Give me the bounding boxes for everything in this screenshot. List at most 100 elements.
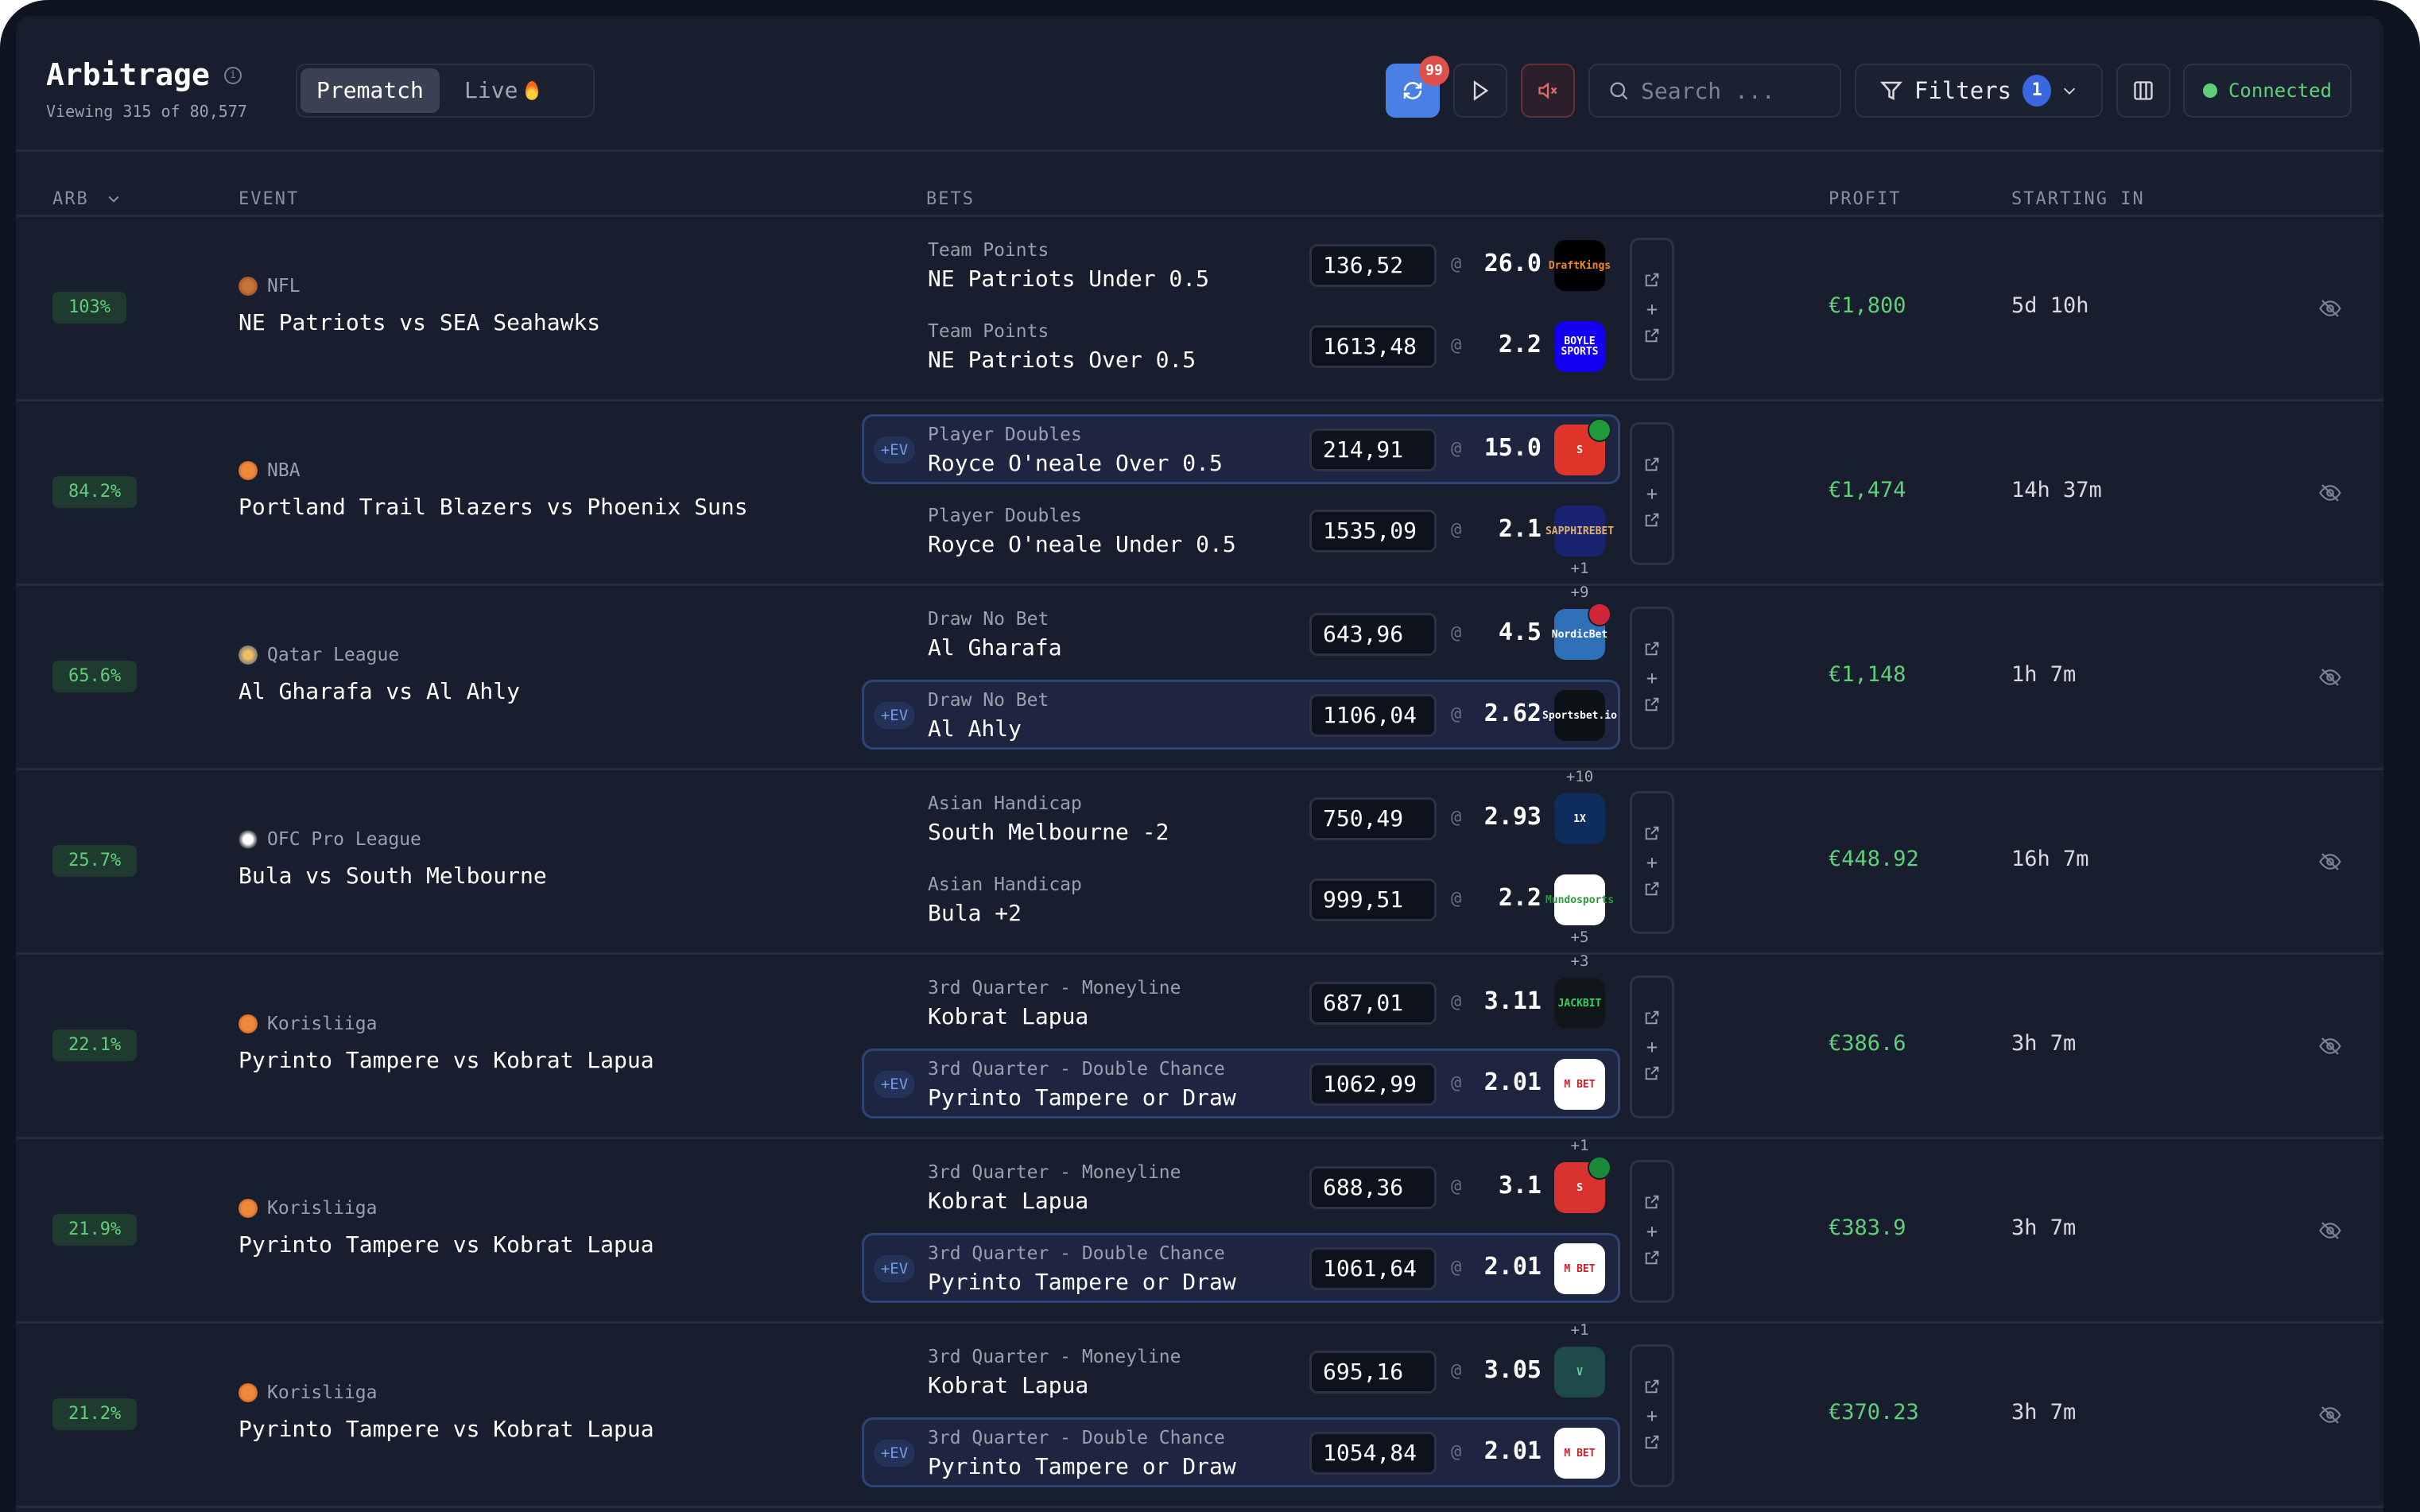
- stake-input[interactable]: 750,49: [1309, 797, 1437, 840]
- hide-eye-off-icon[interactable]: [2318, 481, 2342, 508]
- info-icon[interactable]: i: [224, 67, 242, 84]
- more-bookmakers-count[interactable]: +10: [1554, 768, 1605, 785]
- open-both-bets-button[interactable]: +: [1630, 975, 1674, 1118]
- bet-selection: Royce O'neale Over 0.5: [928, 450, 1223, 476]
- bet-market: 3rd Quarter - Double Chance: [928, 1243, 1225, 1264]
- stake-input[interactable]: 1613,48: [1309, 325, 1437, 368]
- ev-badge: +EV: [874, 1071, 915, 1098]
- soccer-icon: [239, 830, 258, 849]
- hide-eye-off-icon[interactable]: [2318, 665, 2342, 692]
- open-both-bets-button[interactable]: +: [1630, 1160, 1674, 1303]
- bookmaker-logo[interactable]: M BET: [1554, 1428, 1605, 1479]
- bet-odds: 2.01: [1468, 1437, 1542, 1465]
- stake-input[interactable]: 999,51: [1309, 878, 1437, 921]
- refresh-button[interactable]: 99: [1386, 64, 1440, 118]
- bookmaker-logo[interactable]: S: [1554, 1162, 1605, 1213]
- at-symbol: @: [1451, 992, 1461, 1012]
- stake-input[interactable]: 687,01: [1309, 982, 1437, 1025]
- bookmaker-logo[interactable]: Mundosports: [1554, 874, 1605, 925]
- filters-button[interactable]: Filters 1: [1855, 64, 2103, 118]
- arb-percentage-badge: 21.9%: [52, 1214, 137, 1246]
- stake-input[interactable]: 1062,99: [1309, 1063, 1437, 1106]
- column-header-profit: PROFIT: [1829, 189, 1901, 209]
- stake-input[interactable]: 695,16: [1309, 1351, 1437, 1394]
- column-label: ARB: [52, 189, 89, 209]
- stake-input[interactable]: 643,96: [1309, 613, 1437, 656]
- bet-selection: NE Patriots Over 0.5: [928, 347, 1196, 373]
- more-bookmakers-count[interactable]: +1: [1554, 1137, 1605, 1154]
- bet-leg-ev: +EV Player Doubles Royce O'neale Over 0.…: [862, 414, 1620, 484]
- league-name: NFL: [267, 276, 301, 297]
- league-label: NFL: [239, 276, 301, 297]
- bet-market: Team Points: [928, 240, 1049, 261]
- bookmaker-logo[interactable]: V: [1554, 1347, 1605, 1398]
- league-name: NBA: [267, 460, 301, 481]
- filters-count-badge: 1: [2022, 75, 2051, 107]
- event-name[interactable]: Al Gharafa vs Al Ahly: [239, 678, 520, 704]
- refresh-count-badge: 99: [1419, 56, 1449, 86]
- profit-value: €383.9: [1829, 1215, 1906, 1240]
- bookmaker-logo[interactable]: SAPPHIREBET: [1554, 506, 1605, 556]
- bet-odds: 3.05: [1468, 1356, 1542, 1384]
- tab-prematch[interactable]: Prematch: [301, 68, 440, 113]
- event-name[interactable]: Pyrinto Tampere vs Kobrat Lapua: [239, 1047, 654, 1073]
- columns-button[interactable]: [2116, 64, 2170, 118]
- bookmaker-logo[interactable]: DraftKings: [1554, 240, 1605, 291]
- more-bookmakers-count[interactable]: +1: [1554, 1321, 1605, 1339]
- column-header-arb[interactable]: ARB: [52, 189, 122, 209]
- open-both-bets-button[interactable]: +: [1630, 607, 1674, 750]
- stake-input[interactable]: 214,91: [1309, 428, 1437, 471]
- stake-input[interactable]: 688,36: [1309, 1166, 1437, 1209]
- hide-eye-off-icon[interactable]: [2318, 297, 2342, 324]
- bookmaker-name: M BET: [1564, 1264, 1595, 1274]
- bookmaker-name: V: [1576, 1367, 1583, 1378]
- mute-button[interactable]: [1521, 64, 1575, 118]
- bookmaker-logo[interactable]: M BET: [1554, 1059, 1605, 1110]
- handball-icon: [239, 646, 258, 665]
- more-bookmakers-count[interactable]: +1: [1554, 560, 1605, 577]
- event-name[interactable]: Pyrinto Tampere vs Kobrat Lapua: [239, 1231, 654, 1258]
- stake-input[interactable]: 1106,04: [1309, 694, 1437, 737]
- bookmaker-logo[interactable]: M BET: [1554, 1243, 1605, 1294]
- hide-eye-off-icon[interactable]: [2318, 1219, 2342, 1246]
- open-both-bets-button[interactable]: +: [1630, 1344, 1674, 1487]
- hide-eye-off-icon[interactable]: [2318, 1403, 2342, 1430]
- stake-input[interactable]: 136,52: [1309, 244, 1437, 287]
- stake-input[interactable]: 1061,64: [1309, 1247, 1437, 1290]
- more-bookmakers-count[interactable]: +5: [1554, 929, 1605, 946]
- bookmaker-logo[interactable]: BOYLE SPORTS: [1554, 321, 1605, 372]
- open-both-bets-button[interactable]: +: [1630, 791, 1674, 934]
- bet-selection: Al Ahly: [928, 715, 1022, 742]
- open-both-bets-button[interactable]: +: [1630, 422, 1674, 565]
- play-button[interactable]: [1453, 64, 1507, 118]
- more-bookmakers-count[interactable]: +3: [1554, 952, 1605, 970]
- hide-eye-off-icon[interactable]: [2318, 850, 2342, 877]
- hide-eye-off-icon[interactable]: [2318, 1034, 2342, 1061]
- table-row: 103% NFL NE Patriots vs SEA Seahawks Tea…: [16, 217, 2383, 401]
- more-bookmakers-count[interactable]: +9: [1554, 583, 1605, 601]
- stake-input[interactable]: 1535,09: [1309, 510, 1437, 552]
- mute-icon: [1537, 79, 1559, 102]
- event-name[interactable]: Portland Trail Blazers vs Phoenix Suns: [239, 494, 748, 520]
- bookmaker-name: M BET: [1564, 1448, 1595, 1459]
- bookmaker-logo[interactable]: NordicBet: [1554, 609, 1605, 660]
- plus-icon: +: [1646, 669, 1658, 688]
- event-name[interactable]: NE Patriots vs SEA Seahawks: [239, 309, 600, 335]
- open-both-bets-button[interactable]: +: [1630, 238, 1674, 381]
- event-name[interactable]: Pyrinto Tampere vs Kobrat Lapua: [239, 1416, 654, 1442]
- stake-input[interactable]: 1054,84: [1309, 1432, 1437, 1475]
- arb-percentage-badge: 21.2%: [52, 1398, 137, 1430]
- bookmaker-logo[interactable]: JACKBIT: [1554, 978, 1605, 1029]
- bookmaker-name: SAPPHIREBET: [1545, 526, 1614, 537]
- tab-label: Live: [464, 77, 518, 103]
- bookmaker-logo[interactable]: S: [1554, 425, 1605, 475]
- bookmaker-logo[interactable]: 1X: [1554, 793, 1605, 844]
- league-label: Qatar League: [239, 645, 399, 665]
- event-name[interactable]: Bula vs South Melbourne: [239, 863, 547, 889]
- search-input[interactable]: Search ...: [1588, 64, 1841, 118]
- arb-percentage-badge: 103%: [52, 292, 126, 324]
- at-symbol: @: [1451, 1361, 1461, 1381]
- bet-market: 3rd Quarter - Moneyline: [928, 978, 1181, 998]
- bookmaker-logo[interactable]: Sportsbet.io: [1554, 690, 1605, 741]
- tab-live[interactable]: Live: [448, 68, 554, 113]
